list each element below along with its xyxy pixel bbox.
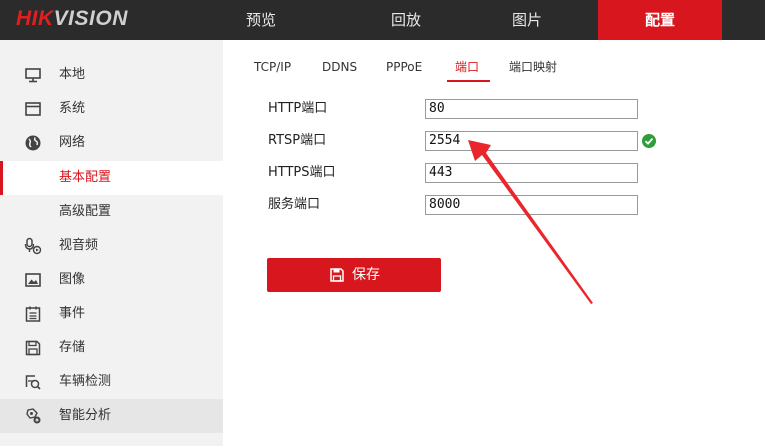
sidebar-item-label: 车辆检测 xyxy=(59,374,112,389)
nav-picture[interactable]: 图片 xyxy=(478,0,576,40)
hikvision-logo: HIKVISION xyxy=(16,7,128,30)
https-port-label: HTTPS端口 xyxy=(268,165,336,180)
tab-pppoe[interactable]: PPPoE xyxy=(386,58,422,76)
tab-port[interactable]: 端口 xyxy=(455,58,479,76)
sidebar-item-label: 本地 xyxy=(59,67,86,82)
sidebar-item-basic-config[interactable]: 基本配置 xyxy=(0,161,223,195)
nav-preview[interactable]: 预览 xyxy=(222,0,300,40)
sidebar-item-label: 智能分析 xyxy=(59,408,112,423)
sidebar-item-label: 图像 xyxy=(59,272,86,287)
sidebar-item-event[interactable]: 事件 xyxy=(0,297,223,331)
sidebar-item-network[interactable]: 网络 xyxy=(0,126,223,160)
sidebar-item-label: 高级配置 xyxy=(59,204,112,219)
top-navigation-bar: HIKVISION 预览 回放 图片 配置 xyxy=(0,0,765,40)
globe-icon xyxy=(25,135,41,151)
monitor-icon xyxy=(25,68,41,83)
floppy-disk-icon xyxy=(330,268,344,282)
sidebar-item-storage[interactable]: 存储 xyxy=(0,331,223,365)
server-port-label: 服务端口 xyxy=(268,197,321,212)
sidebar-item-label: 基本配置 xyxy=(59,170,112,185)
nav-configuration[interactable]: 配置 xyxy=(598,0,722,40)
sidebar-item-vehicle-detection[interactable]: 车辆检测 xyxy=(0,365,223,399)
sidebar-item-system[interactable]: 系统 xyxy=(0,92,223,126)
save-button[interactable]: 保存 xyxy=(267,258,441,292)
server-port-input[interactable]: 8000 xyxy=(425,195,638,215)
image-icon xyxy=(25,273,41,287)
https-port-input[interactable]: 443 xyxy=(425,163,638,183)
sidebar-item-smart-analysis[interactable]: 智能分析 xyxy=(0,399,223,433)
valid-check-icon xyxy=(642,134,656,148)
sidebar-item-label: 存储 xyxy=(59,340,86,355)
sidebar-item-label: 事件 xyxy=(59,306,86,321)
window-icon xyxy=(25,102,41,116)
sidebar-item-local[interactable]: 本地 xyxy=(0,58,223,92)
save-button-label: 保存 xyxy=(352,267,380,283)
sidebar-item-audio-video[interactable]: 视音频 xyxy=(0,229,223,263)
sidebar-item-label: 网络 xyxy=(59,135,86,150)
http-port-input[interactable]: 80 xyxy=(425,99,638,119)
http-port-label: HTTP端口 xyxy=(268,101,328,116)
tab-ddns[interactable]: DDNS xyxy=(322,58,357,76)
sidebar: 本地 系统 网络 基本配置 高级配置 视音频 图像 事件 存储 车辆检测 智能分… xyxy=(0,40,223,446)
sidebar-item-label: 视音频 xyxy=(59,238,99,253)
sidebar-item-label: 系统 xyxy=(59,101,86,116)
event-list-icon xyxy=(25,306,41,322)
storage-icon xyxy=(25,340,41,356)
rtsp-port-input[interactable]: 2554 xyxy=(425,131,638,151)
vehicle-detect-icon xyxy=(25,375,41,390)
nav-playback[interactable]: 回放 xyxy=(357,0,455,40)
tab-port-mapping[interactable]: 端口映射 xyxy=(509,58,557,76)
tab-tcpip[interactable]: TCP/IP xyxy=(254,58,291,76)
smart-analysis-icon xyxy=(26,408,41,424)
audio-video-icon xyxy=(24,237,42,255)
sidebar-item-image[interactable]: 图像 xyxy=(0,263,223,297)
sidebar-item-advanced-config[interactable]: 高级配置 xyxy=(0,195,223,229)
app-window: HIKVISION 预览 回放 图片 配置 本地 系统 网络 基本配置 高级配置… xyxy=(0,0,765,446)
active-tab-underline xyxy=(447,80,490,82)
rtsp-port-label: RTSP端口 xyxy=(268,133,327,148)
